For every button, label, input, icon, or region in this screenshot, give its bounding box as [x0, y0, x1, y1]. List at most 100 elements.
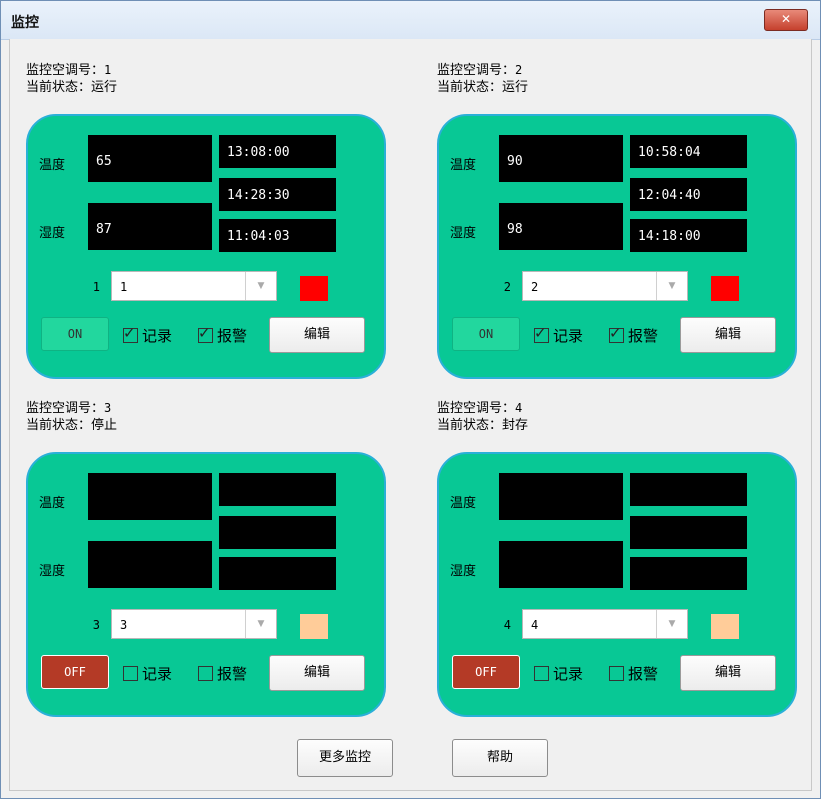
status-indicator — [300, 614, 328, 639]
unit-2: 监控空调号：2 当前状态：运行 温度 90 湿度 98 10:58:04 12:… — [437, 62, 797, 402]
record-label: 记录 — [553, 327, 584, 345]
record-label: 记录 — [142, 327, 173, 345]
more-monitor-button[interactable]: 更多监控 — [297, 739, 393, 777]
humidity-display: 98 — [499, 203, 623, 250]
unit-select-value: 3 — [120, 618, 128, 632]
unit-index: 4 — [503, 618, 511, 632]
alarm-label: 报警 — [217, 327, 248, 345]
checkbox-box — [198, 666, 213, 681]
unit-index: 2 — [503, 280, 511, 294]
temperature-display: 90 — [499, 135, 623, 182]
record-checkbox[interactable]: 记录 — [123, 663, 172, 683]
time-display-3: 14:18:00 — [630, 219, 747, 252]
temperature-label: 温度 — [450, 496, 477, 511]
unit-3: 监控空调号：3 当前状态：停止 温度 湿度 3 3 ▼ OFF 记录 报警 编辑 — [26, 400, 386, 740]
power-toggle-button[interactable]: OFF — [41, 655, 109, 689]
unit-number: 2 — [515, 63, 523, 77]
status-indicator — [711, 276, 739, 301]
temperature-display — [499, 473, 623, 520]
window-title: 监控 — [11, 15, 39, 31]
humidity-label: 湿度 — [39, 564, 66, 579]
status-label: 当前状态： — [437, 418, 503, 433]
unit-panel: 温度 90 湿度 98 10:58:04 12:04:40 14:18:00 2… — [437, 114, 797, 379]
power-toggle-button[interactable]: ON — [452, 317, 520, 351]
unit-select[interactable]: 2 ▼ — [522, 271, 688, 301]
chevron-down-icon: ▼ — [245, 272, 276, 300]
unit-select[interactable]: 1 ▼ — [111, 271, 277, 301]
temperature-label: 温度 — [39, 158, 66, 173]
humidity-label: 湿度 — [450, 564, 477, 579]
status-label: 当前状态： — [26, 418, 92, 433]
unit-select[interactable]: 4 ▼ — [522, 609, 688, 639]
temperature-value: 90 — [507, 154, 523, 169]
time-display-3 — [630, 557, 747, 590]
alarm-label: 报警 — [628, 665, 659, 683]
unit-select-value: 2 — [531, 280, 539, 294]
record-checkbox[interactable]: ✓ 记录 — [123, 324, 173, 345]
time-display-3 — [219, 557, 336, 590]
checkbox-box — [123, 666, 138, 681]
unit-info: 监控空调号：2 当前状态：运行 — [437, 62, 528, 96]
monitor-label: 监控空调号： — [26, 401, 105, 416]
unit-status: 运行 — [91, 80, 118, 95]
chevron-down-icon: ▼ — [656, 610, 687, 638]
unit-number: 3 — [104, 401, 112, 415]
alarm-checkbox[interactable]: ✓ 报警 — [609, 324, 659, 345]
alarm-label: 报警 — [217, 665, 248, 683]
status-indicator — [711, 614, 739, 639]
alarm-label: 报警 — [628, 327, 659, 345]
record-checkbox[interactable]: 记录 — [534, 663, 583, 683]
time-display-2 — [219, 516, 336, 549]
unit-select[interactable]: 3 ▼ — [111, 609, 277, 639]
unit-panel: 温度 湿度 3 3 ▼ OFF 记录 报警 编辑 — [26, 452, 386, 717]
temperature-value: 65 — [96, 154, 112, 169]
time-display-1: 13:08:00 — [219, 135, 336, 168]
edit-button[interactable]: 编辑 — [680, 655, 776, 691]
monitor-label: 监控空调号： — [437, 63, 516, 78]
monitor-label: 监控空调号： — [26, 63, 105, 78]
monitor-window: 监控 ✕ 监控空调号：1 当前状态：运行 温度 65 湿度 87 13:08:0… — [0, 0, 821, 799]
checkbox-box: ✓ — [609, 324, 624, 343]
title-bar: 监控 ✕ — [1, 1, 820, 40]
humidity-label: 湿度 — [450, 226, 477, 241]
unit-select-value: 4 — [531, 618, 539, 632]
checkbox-box: ✓ — [198, 324, 213, 343]
check-icon: ✓ — [609, 324, 622, 342]
record-checkbox[interactable]: ✓ 记录 — [534, 324, 584, 345]
checkbox-box: ✓ — [534, 324, 549, 343]
power-toggle-button[interactable]: OFF — [452, 655, 520, 689]
alarm-checkbox[interactable]: 报警 — [609, 663, 658, 683]
record-label: 记录 — [142, 665, 173, 683]
power-toggle-button[interactable]: ON — [41, 317, 109, 351]
unit-4: 监控空调号：4 当前状态：封存 温度 湿度 4 4 ▼ OFF 记录 报警 编辑 — [437, 400, 797, 740]
temperature-display: 65 — [88, 135, 212, 182]
close-button[interactable]: ✕ — [764, 9, 808, 31]
time-display-2: 12:04:40 — [630, 178, 747, 211]
unit-number: 1 — [104, 63, 112, 77]
alarm-checkbox[interactable]: 报警 — [198, 663, 247, 683]
unit-status: 停止 — [91, 418, 118, 433]
status-indicator — [300, 276, 328, 301]
edit-button[interactable]: 编辑 — [269, 655, 365, 691]
record-label: 记录 — [553, 665, 584, 683]
checkbox-box — [609, 666, 624, 681]
time-display-3: 11:04:03 — [219, 219, 336, 252]
checkbox-box: ✓ — [123, 324, 138, 343]
edit-button[interactable]: 编辑 — [680, 317, 776, 353]
edit-button[interactable]: 编辑 — [269, 317, 365, 353]
unit-panel: 温度 65 湿度 87 13:08:00 14:28:30 11:04:03 1… — [26, 114, 386, 379]
unit-info: 监控空调号：1 当前状态：运行 — [26, 62, 117, 96]
unit-status: 封存 — [502, 418, 529, 433]
unit-1: 监控空调号：1 当前状态：运行 温度 65 湿度 87 13:08:00 14:… — [26, 62, 386, 402]
unit-index: 3 — [92, 618, 100, 632]
alarm-checkbox[interactable]: ✓ 报警 — [198, 324, 248, 345]
unit-index: 1 — [92, 280, 100, 294]
humidity-display — [499, 541, 623, 588]
unit-select-value: 1 — [120, 280, 128, 294]
humidity-display — [88, 541, 212, 588]
content-area: 监控空调号：1 当前状态：运行 温度 65 湿度 87 13:08:00 14:… — [9, 39, 812, 791]
unit-status: 运行 — [502, 80, 529, 95]
time-display-1 — [630, 473, 747, 506]
temperature-label: 温度 — [450, 158, 477, 173]
help-button[interactable]: 帮助 — [452, 739, 548, 777]
